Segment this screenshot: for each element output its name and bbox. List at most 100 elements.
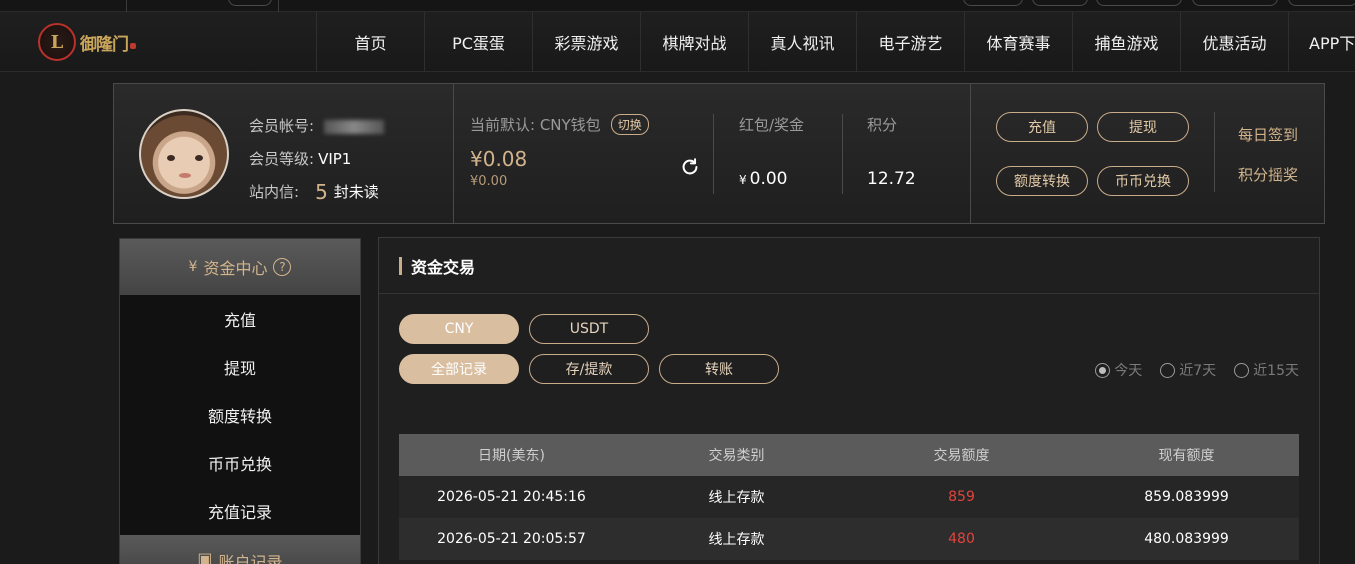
- account-label: 会员帐号:: [249, 117, 315, 135]
- nav-item-live-video[interactable]: 真人视讯: [748, 12, 856, 72]
- divider: [970, 84, 971, 223]
- column-header-date: 日期(美东): [478, 448, 545, 464]
- top-pill[interactable]: [963, 0, 1023, 6]
- cell-type: 线上存款: [708, 532, 765, 548]
- nav-menu: 首页 PC蛋蛋 彩票游戏 棋牌对战 真人视讯 电子游艺 体育赛事 捕鱼游戏 优惠…: [316, 12, 1355, 72]
- sidebar-item-deposit[interactable]: 充值: [120, 295, 360, 343]
- points-value: 12.72: [867, 169, 916, 189]
- logo-emblem-icon: L: [38, 23, 76, 61]
- sidebar-item-deposit-records[interactable]: 充值记录: [120, 487, 360, 535]
- radio-label: 近15天: [1253, 363, 1299, 379]
- main-panel: 资金交易 CNY USDT 全部记录 存/提款 转账 今天 近7天 近15天 日…: [378, 237, 1320, 564]
- level-label: 会员等级:: [249, 150, 315, 168]
- table-row: 2026-05-21 20:45:16 线上存款 859 859.083999: [399, 476, 1299, 518]
- radio-label: 近7天: [1179, 363, 1217, 379]
- filter-transfer[interactable]: 转账: [659, 354, 779, 384]
- radio-15-days[interactable]: 近15天: [1234, 360, 1299, 380]
- logo-text: 御隆门: [80, 34, 129, 55]
- date-range-radios: 今天 近7天 近15天: [1077, 360, 1299, 380]
- top-pill[interactable]: [1192, 0, 1278, 6]
- points-label: 积分: [867, 116, 898, 134]
- withdraw-button[interactable]: 提现: [1097, 112, 1189, 142]
- divider: [842, 114, 843, 194]
- transfer-button[interactable]: 额度转换: [996, 166, 1088, 196]
- nav-item-fishing[interactable]: 捕鱼游戏: [1072, 12, 1180, 72]
- main-navbar: L 御隆门 首页 PC蛋蛋 彩票游戏 棋牌对战 真人视讯 电子游艺 体育赛事 捕…: [0, 12, 1355, 72]
- cell-amount: 859: [948, 489, 975, 505]
- filter-deposit-withdraw[interactable]: 存/提款: [529, 354, 649, 384]
- nav-item-app[interactable]: APP下: [1288, 12, 1355, 72]
- nav-item-sports[interactable]: 体育赛事: [964, 12, 1072, 72]
- mail-count[interactable]: 5: [315, 176, 328, 209]
- logo-seal-icon: [130, 43, 136, 49]
- cell-balance: 859.083999: [1144, 489, 1229, 505]
- switch-wallet-button[interactable]: 切换: [610, 114, 649, 135]
- profile-panel: 会员帐号: 会员等级: VIP1 站内信: 5 封未读 当前默认: CNY钱包 …: [113, 83, 1325, 224]
- level-value: VIP1: [318, 150, 352, 168]
- radio-label: 今天: [1114, 363, 1143, 379]
- cell-date: 2026-05-21 20:45:16: [437, 489, 586, 505]
- cell-balance: 480.083999: [1144, 531, 1229, 547]
- cell-date: 2026-05-21 20:05:57: [437, 531, 586, 547]
- site-logo[interactable]: L 御隆门: [38, 22, 138, 62]
- help-icon[interactable]: ?: [273, 258, 292, 276]
- nav-item-promotions[interactable]: 优惠活动: [1180, 12, 1288, 72]
- nav-item-lottery[interactable]: 彩票游戏: [532, 12, 640, 72]
- table-header: 日期(美东) 交易类别 交易额度 现有额度: [399, 434, 1299, 476]
- sidebar: ¥ 资金中心 ? 充值 提现 额度转换 币币兑换 充值记录 ▣ 账户记录: [119, 238, 361, 564]
- radio-today[interactable]: 今天: [1095, 360, 1142, 380]
- sidebar-item-exchange[interactable]: 币币兑换: [120, 439, 360, 487]
- nav-item-home[interactable]: 首页: [316, 12, 424, 72]
- nav-item-chess[interactable]: 棋牌对战: [640, 12, 748, 72]
- panel-title-text: 资金交易: [411, 257, 476, 277]
- divider: [713, 114, 714, 194]
- exchange-button[interactable]: 币币兑换: [1097, 166, 1189, 196]
- filter-all-records[interactable]: 全部记录: [399, 354, 519, 384]
- member-info: 会员帐号: 会员等级: VIP1 站内信: 5 封未读: [249, 110, 385, 209]
- cell-type: 线上存款: [708, 490, 765, 506]
- avatar-mouth: [179, 173, 191, 178]
- tab-cny[interactable]: CNY: [399, 314, 519, 344]
- radio-circle-icon: [1160, 362, 1176, 378]
- points-stat: 积分 12.72: [867, 114, 916, 189]
- wallet-info: 当前默认: CNY钱包 切换 ¥0.08 ¥0.00: [470, 114, 649, 189]
- refresh-icon[interactable]: [679, 156, 701, 178]
- mail-label: 站内信:: [249, 183, 300, 201]
- avatar[interactable]: [139, 109, 229, 199]
- column-header-amount: 交易额度: [933, 448, 990, 464]
- divider: [453, 84, 454, 223]
- nav-item-pc-egg[interactable]: PC蛋蛋: [424, 12, 532, 72]
- sidebar-header[interactable]: ¥ 资金中心 ?: [120, 239, 360, 295]
- wallet-amount: ¥0.08: [470, 147, 528, 171]
- top-pill[interactable]: [1032, 0, 1088, 6]
- column-header-type: 交易类别: [708, 448, 765, 464]
- deposit-button[interactable]: 充值: [996, 112, 1088, 142]
- sidebar-item-transfer[interactable]: 额度转换: [120, 391, 360, 439]
- nav-item-slots[interactable]: 电子游艺: [856, 12, 964, 72]
- radio-7-days[interactable]: 近7天: [1160, 360, 1216, 380]
- account-masked-value: [324, 119, 385, 134]
- top-strip: [0, 0, 1355, 12]
- top-pill[interactable]: [1288, 0, 1355, 6]
- divider: [278, 0, 279, 12]
- transactions-table: 日期(美东) 交易类别 交易额度 现有额度 2026-05-21 20:45:1…: [399, 434, 1299, 560]
- record-icon: ▣: [197, 549, 213, 564]
- title-accent-bar: [399, 256, 402, 275]
- sidebar-item-withdraw[interactable]: 提现: [120, 343, 360, 391]
- bonus-label: 红包/奖金: [739, 116, 805, 134]
- divider: [1214, 112, 1215, 192]
- top-pill[interactable]: [1096, 0, 1182, 6]
- tab-usdt[interactable]: USDT: [529, 314, 649, 344]
- sidebar-header-account-records[interactable]: ▣ 账户记录: [120, 535, 360, 564]
- panel-title: 资金交易: [379, 238, 1319, 294]
- avatar-eye: [195, 155, 203, 161]
- avatar-eye: [167, 155, 175, 161]
- bonus-stat: 红包/奖金 ¥0.00: [739, 114, 804, 189]
- points-lottery-link[interactable]: 积分摇奖: [1238, 164, 1298, 185]
- table-row: 2026-05-21 20:05:57 线上存款 480 480.083999: [399, 518, 1299, 560]
- sidebar-header-label: 资金中心: [203, 259, 268, 278]
- bonus-value: 0.00: [749, 169, 788, 189]
- daily-signin-link[interactable]: 每日签到: [1238, 124, 1298, 145]
- mail-unread-text[interactable]: 封未读: [334, 176, 379, 209]
- top-pill[interactable]: [228, 0, 272, 6]
